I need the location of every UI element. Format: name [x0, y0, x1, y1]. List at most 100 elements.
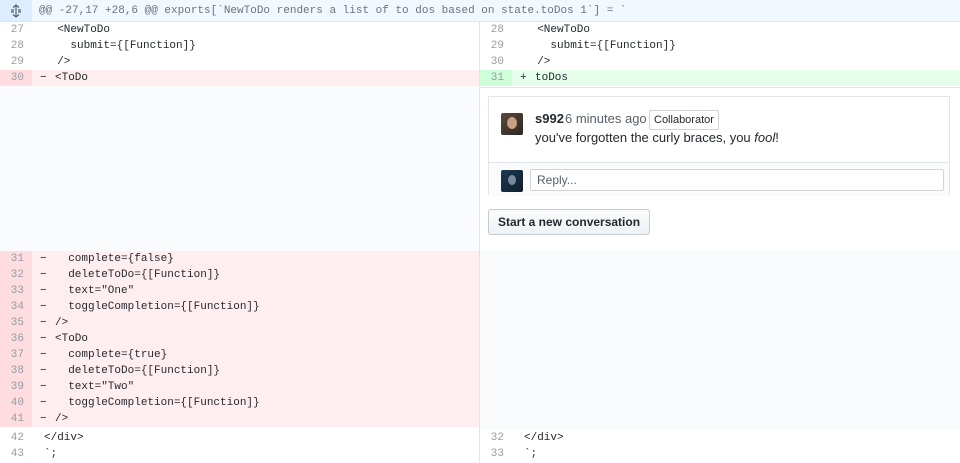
line-code: toDos	[535, 72, 569, 84]
line-number[interactable]: 32	[0, 267, 32, 283]
start-new-conversation-button[interactable]: Start a new conversation	[488, 209, 651, 235]
unfold-icon	[11, 3, 21, 18]
comment-body: you've forgotten the curly braces, you f…	[535, 130, 779, 145]
line-code: <ToDo	[55, 333, 89, 345]
diff-line: 33− text="One"	[0, 283, 479, 299]
deletion-marker: −	[40, 381, 47, 393]
empty-placeholder	[480, 250, 960, 430]
diff-line: 36− <ToDo	[0, 331, 479, 347]
line-code: />	[55, 413, 69, 425]
comment-author[interactable]: s992	[535, 111, 564, 126]
line-number[interactable]: 40	[0, 395, 32, 411]
line-number[interactable]: 27	[0, 22, 24, 38]
comment-emphasis: fool	[754, 130, 776, 145]
line-number[interactable]: 37	[0, 347, 32, 363]
line-code: <NewToDo	[524, 24, 591, 36]
line-number[interactable]: 35	[0, 315, 32, 331]
diff-line: 35−/>	[0, 315, 479, 331]
current-user-avatar	[501, 170, 523, 192]
reply-input[interactable]: Reply...	[530, 169, 944, 191]
line-number[interactable]: 32	[480, 430, 504, 446]
line-code: text="One"	[55, 285, 135, 297]
line-code: deleteToDo={[Function]}	[55, 269, 221, 281]
diff-line: 40− toggleCompletion={[Function]}	[0, 395, 479, 411]
line-code: </div>	[524, 432, 564, 444]
diff-line: 31 + toDos	[480, 70, 960, 86]
line-code: />	[55, 317, 69, 329]
deletion-marker: −	[40, 285, 47, 297]
diff-line: 41−/>	[0, 411, 479, 427]
line-number[interactable]: 43	[0, 446, 24, 462]
diff-line: 38− deleteToDo={[Function]}	[0, 363, 479, 379]
comment-text: you've forgotten the curly braces, you	[535, 130, 755, 145]
line-number[interactable]: 31	[0, 251, 32, 267]
deletion-marker: −	[40, 397, 47, 409]
comment-box: s992 6 minutes ago Collaborator you've f…	[488, 96, 950, 196]
line-code: complete={true}	[55, 349, 168, 361]
comment-thread: s992 6 minutes ago Collaborator you've f…	[480, 87, 960, 251]
line-code: />	[524, 56, 551, 68]
diff-line: 32− deleteToDo={[Function]}	[0, 267, 479, 283]
diff-line: 28 <NewToDo	[480, 22, 960, 38]
diff-line: 39− text="Two"	[0, 379, 479, 395]
line-number[interactable]: 29	[0, 54, 24, 70]
comment-text-end: !	[775, 130, 779, 145]
deletion-marker: −	[40, 253, 47, 265]
line-number[interactable]: 31	[480, 70, 512, 86]
expand-icon[interactable]	[0, 0, 32, 21]
left-diff-pane: 27 <NewToDo 28 submit={[Function]} 29 />…	[0, 22, 479, 463]
comment-timestamp[interactable]: 6 minutes ago	[565, 111, 647, 126]
deletion-marker: −	[40, 365, 47, 377]
deletion-marker: −	[40, 269, 47, 281]
line-code: `;	[524, 448, 538, 460]
line-code: <ToDo	[55, 72, 89, 84]
deletion-marker: −	[40, 333, 47, 345]
diff-line: 31− complete={false}	[0, 251, 479, 267]
diff-line: 32 </div>	[480, 430, 960, 446]
empty-placeholder	[0, 86, 479, 251]
deletion-marker: −	[40, 317, 47, 329]
line-code: toggleCompletion={[Function]}	[55, 397, 260, 409]
deletion-marker: −	[40, 72, 47, 84]
deletion-marker: −	[40, 349, 47, 361]
diff-line: 34− toggleCompletion={[Function]}	[0, 299, 479, 315]
hunk-header-text: @@ -27,17 +28,6 @@ exports[`NewToDo rend…	[39, 5, 627, 17]
diff-line: 42 </div>	[0, 430, 479, 446]
line-number[interactable]: 29	[480, 38, 504, 54]
line-code: />	[44, 56, 71, 68]
line-number[interactable]: 33	[480, 446, 504, 462]
line-code: complete={false}	[55, 253, 174, 265]
line-number[interactable]: 39	[0, 379, 32, 395]
line-number[interactable]: 30	[480, 54, 504, 70]
line-number[interactable]: 30	[0, 70, 32, 86]
deletion-marker: −	[40, 301, 47, 313]
line-code: </div>	[44, 432, 84, 444]
right-diff-pane: 28 <NewToDo 29 submit={[Function]} 30 />…	[480, 22, 960, 463]
avatar[interactable]	[501, 113, 523, 135]
diff-line: 28 submit={[Function]}	[0, 38, 479, 54]
line-code: deleteToDo={[Function]}	[55, 365, 221, 377]
diff-line: 27 <NewToDo	[0, 22, 479, 38]
diff-line: 37− complete={true}	[0, 347, 479, 363]
diff-line: 43 `;	[0, 446, 479, 462]
collaborator-badge: Collaborator	[649, 110, 719, 130]
diff-line: 30− <ToDo	[0, 70, 479, 86]
line-number[interactable]: 36	[0, 331, 32, 347]
diff-line: 29 submit={[Function]}	[480, 38, 960, 54]
diff-line: 29 />	[0, 54, 479, 70]
line-code: `;	[44, 448, 58, 460]
deletion-marker: −	[40, 413, 47, 425]
reply-bar: Reply...	[489, 162, 949, 196]
diff-line: 33 `;	[480, 446, 960, 462]
line-code: <NewToDo	[44, 24, 111, 36]
line-code: submit={[Function]}	[44, 40, 196, 52]
addition-marker: +	[520, 72, 527, 84]
line-number[interactable]: 33	[0, 283, 32, 299]
line-number[interactable]: 34	[0, 299, 32, 315]
line-code: text="Two"	[55, 381, 135, 393]
line-number[interactable]: 28	[480, 22, 504, 38]
line-number[interactable]: 28	[0, 38, 24, 54]
line-number[interactable]: 42	[0, 430, 24, 446]
line-number[interactable]: 41	[0, 411, 32, 427]
line-number[interactable]: 38	[0, 363, 32, 379]
